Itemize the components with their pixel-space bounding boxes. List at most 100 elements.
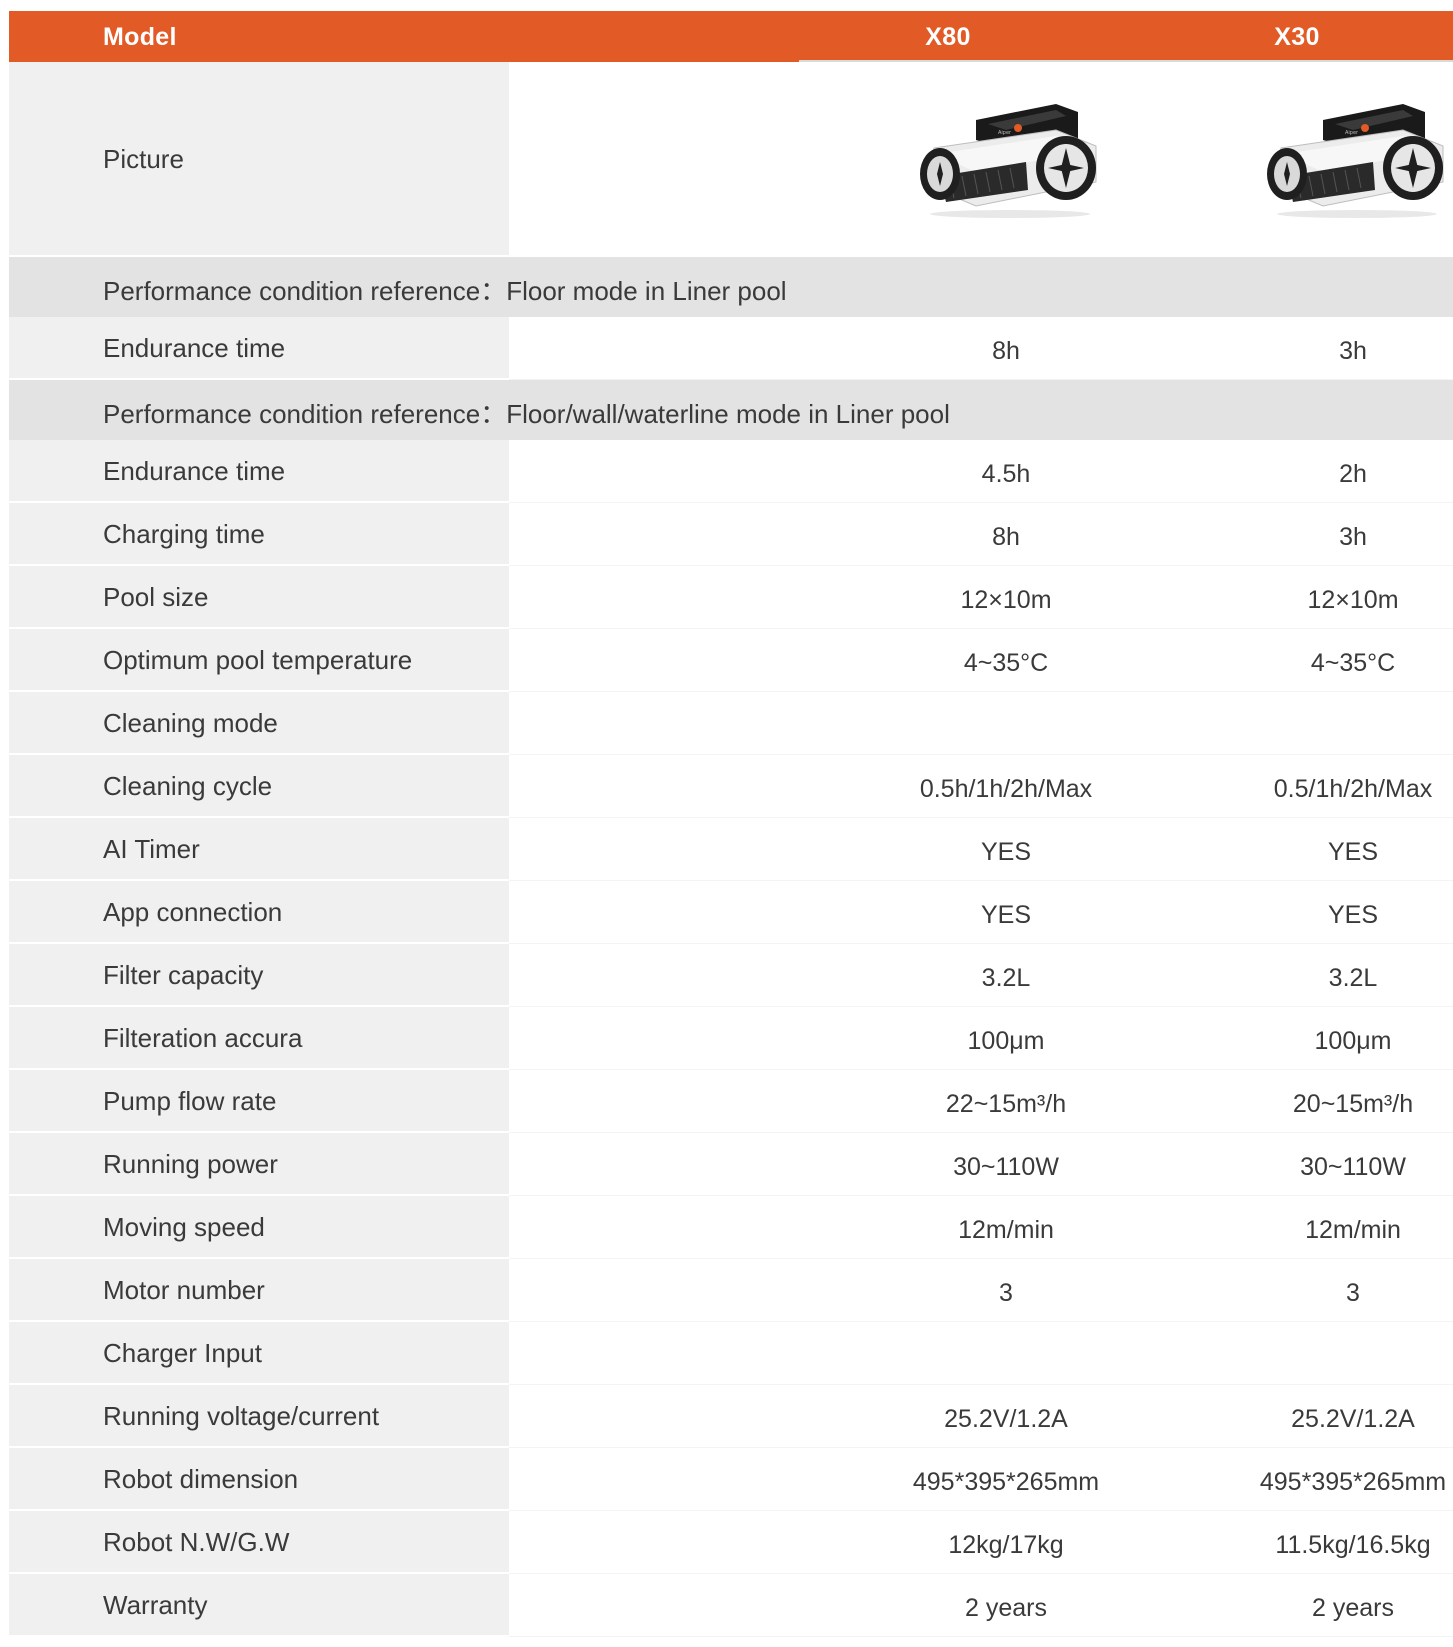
value-x80: 3 — [999, 1279, 1013, 1307]
value-x80: 12kg/17kg — [948, 1531, 1064, 1559]
table-row: Optimum pool temperature 4~35°C 4~35°C — [9, 629, 1453, 692]
row-label-cell: Warranty — [9, 1574, 509, 1637]
row-label: Optimum pool temperature — [103, 645, 413, 675]
row-label: Charger Input — [103, 1338, 262, 1368]
robot-brand-text: Aiper — [1345, 130, 1359, 136]
table-row: Cleaning mode — [9, 692, 1453, 755]
value-x30: 2h — [1339, 460, 1367, 488]
row-label-cell: App connection — [9, 881, 509, 944]
robot-image-x30: Aiper — [1253, 90, 1453, 220]
row-label-cell: Robot dimension — [9, 1448, 509, 1511]
value-x80: 4~35°C — [963, 649, 1049, 677]
value-x80: YES — [980, 901, 1032, 929]
row-label-cell: Pool size — [9, 566, 509, 629]
table-row: Motor number 3 3 — [9, 1259, 1453, 1322]
row-divider — [509, 1636, 1453, 1637]
value-x30: 4~35°C — [1310, 649, 1396, 677]
value-x30: 0.5/1h/2h/Max — [1273, 775, 1433, 803]
row-label: Pool size — [103, 582, 209, 612]
value-x30: 3h — [1339, 337, 1367, 365]
row-label-cell: Filter capacity — [9, 944, 509, 1007]
table-row: Warranty 2 years 2 years — [9, 1574, 1453, 1637]
table-row: Robot N.W/G.W 12kg/17kg 11.5kg/16.5kg — [9, 1511, 1453, 1574]
spec-rows: Endurance time 4.5h 2h Charging time 8h 3h Poo… — [9, 440, 1453, 1637]
row-label: Charging time — [103, 519, 265, 549]
table-row: Robot dimension 495*395*265mm 495*395*265m… — [9, 1448, 1453, 1511]
table-row: Filteration accura 100μm 100μm — [9, 1007, 1453, 1070]
row-label: Endurance time — [103, 456, 286, 486]
row-label-cell: AI Timer — [9, 818, 509, 881]
row-label: App connection — [103, 897, 283, 927]
row-label-cell: Moving speed — [9, 1196, 509, 1259]
value-x80: 12m/min — [958, 1216, 1054, 1244]
row-label: Running voltage/current — [103, 1401, 380, 1431]
row-label-cell: Cleaning mode — [9, 692, 509, 755]
value-x30: 3.2L — [1328, 964, 1378, 992]
table-row: Endurance time 8h 3h — [9, 317, 1453, 380]
row-label: Warranty — [103, 1590, 208, 1620]
row-label: Moving speed — [103, 1212, 265, 1242]
row-label-cell: Running power — [9, 1133, 509, 1196]
section-title: Performance condition reference：Floor mo… — [103, 276, 787, 306]
value-x80: 2 years — [965, 1594, 1047, 1622]
value-x80: 3.2L — [981, 964, 1031, 992]
row-label-cell: Robot N.W/G.W — [9, 1511, 509, 1574]
value-x30: 2 years — [1312, 1594, 1394, 1622]
section-title: Performance condition reference：Floor/wa… — [103, 399, 950, 429]
table-row: Filter capacity 3.2L 3.2L — [9, 944, 1453, 1007]
row-label: Filteration accura — [103, 1023, 303, 1053]
table-row: App connection YES YES — [9, 881, 1453, 944]
table-header: Model X80 X30 — [9, 11, 1453, 62]
row-label: Cleaning cycle — [103, 771, 273, 801]
row-label-cell: Running voltage/current — [9, 1385, 509, 1448]
row-label-cell: Endurance time — [9, 440, 509, 503]
header-col-x80: X80 — [925, 23, 971, 51]
row-label: Robot dimension — [103, 1464, 299, 1494]
picture-row: Picture Aiper Aiper — [9, 62, 1453, 257]
row-label-cell: Picture — [9, 62, 509, 257]
value-x80: 25.2V/1.2A — [944, 1405, 1068, 1433]
row-label: Running power — [103, 1149, 278, 1179]
value-x80: 495*395*265mm — [912, 1468, 1100, 1496]
pool-robot-icon: Aiper — [1267, 104, 1444, 218]
value-x80: YES — [980, 838, 1032, 866]
value-x30: 3h — [1339, 523, 1367, 551]
value-x80: 22~15m³/h — [945, 1090, 1067, 1118]
robot-brand-text: Aiper — [998, 130, 1012, 136]
value-x80: 100μm — [967, 1027, 1045, 1055]
table-row: Pump flow rate 22~15m³/h 20~15m³/h — [9, 1070, 1453, 1133]
value-x80: 8h — [992, 337, 1020, 365]
value-x30: 11.5kg/16.5kg — [1275, 1531, 1431, 1559]
value-x30: 12×10m — [1307, 586, 1399, 614]
picture-label: Picture — [103, 144, 184, 174]
row-label-cell: Pump flow rate — [9, 1070, 509, 1133]
value-x30: 495*395*265mm — [1259, 1468, 1447, 1496]
value-x80: 12×10m — [960, 586, 1052, 614]
value-x30: 20~15m³/h — [1292, 1090, 1414, 1118]
value-x80: 0.5h/1h/2h/Max — [919, 775, 1093, 803]
row-label: Pump flow rate — [103, 1086, 277, 1116]
row-label-cell: Charging time — [9, 503, 509, 566]
value-x80: 8h — [992, 523, 1020, 551]
pool-robot-icon: Aiper — [920, 104, 1097, 218]
row-label: Cleaning mode — [103, 708, 278, 738]
table-row: Endurance time 4.5h 2h — [9, 440, 1453, 503]
value-x30: 25.2V/1.2A — [1291, 1405, 1415, 1433]
value-x30: 100μm — [1314, 1027, 1392, 1055]
row-label: Motor number — [103, 1275, 265, 1305]
section-all-modes: Performance condition reference：Floor/wa… — [9, 380, 1453, 440]
row-label: AI Timer — [103, 834, 200, 864]
row-label: Robot N.W/G.W — [103, 1527, 290, 1557]
spec-table: Model X80 X30 Picture Aiper Aiper Perfor… — [9, 11, 1453, 1637]
table-row: Charger Input — [9, 1322, 1453, 1385]
robot-image-x80: Aiper — [906, 90, 1106, 220]
value-x30: YES — [1327, 838, 1379, 866]
row-label-cell: Filteration accura — [9, 1007, 509, 1070]
value-x30: 30~110W — [1300, 1153, 1406, 1181]
value-x30: 3 — [1346, 1279, 1360, 1307]
table-row: Pool size 12×10m 12×10m — [9, 566, 1453, 629]
header-col-x30: X30 — [1274, 23, 1320, 51]
row-label: Endurance time — [103, 333, 286, 363]
table-row: Cleaning cycle 0.5h/1h/2h/Max 0.5/1h/2h/Ma… — [9, 755, 1453, 818]
row-label-cell: Endurance time — [9, 317, 509, 380]
